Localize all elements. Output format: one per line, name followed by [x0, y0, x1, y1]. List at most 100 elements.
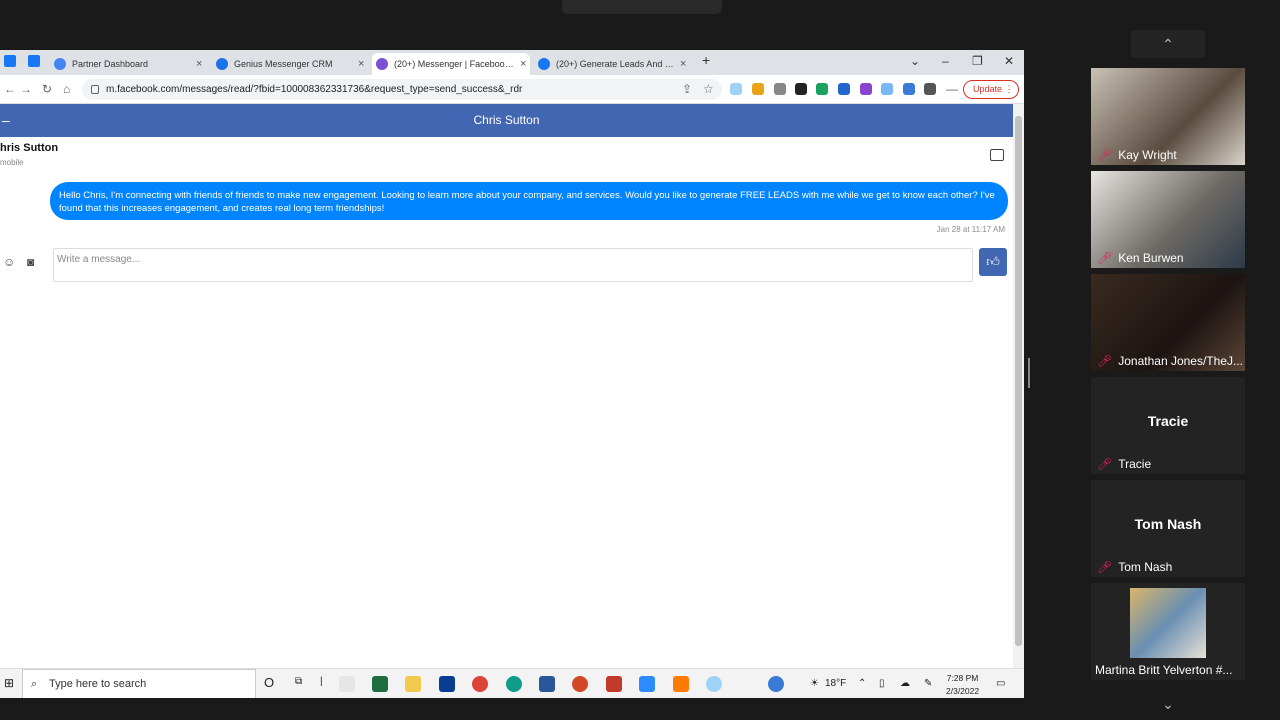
app-icon[interactable]	[673, 676, 689, 692]
shared-screen: Partner Dashboard × Genius Messenger CRM…	[0, 50, 1024, 698]
reload-icon[interactable]: ↻	[42, 82, 52, 96]
windows-taskbar: ⊞ ⌕ Type here to search O ⧉ | ☀ 18°F ⌃ ▯…	[0, 668, 1024, 698]
back-icon[interactable]: ←	[4, 82, 16, 96]
pen-icon[interactable]: ✎	[924, 678, 932, 689]
weather-icon[interactable]: ☀	[810, 678, 819, 689]
message-text-line: found that this increases engagement, an…	[59, 203, 385, 214]
new-tab-button[interactable]: +	[702, 52, 710, 68]
store-icon[interactable]	[439, 676, 455, 692]
thread-name[interactable]: hris Sutton	[0, 142, 58, 154]
minimize-button[interactable]: –	[942, 54, 949, 68]
close-icon[interactable]: ×	[520, 58, 530, 70]
participant-tile[interactable]: 🎤︎ Kay Wright	[1091, 68, 1245, 165]
participant-tile[interactable]: 🎤︎ Ken Burwen	[1091, 171, 1245, 268]
scroll-thumb[interactable]	[1015, 116, 1022, 646]
facebook-icon[interactable]	[4, 55, 16, 67]
extension-icon[interactable]	[838, 83, 850, 95]
close-window-button[interactable]: ✕	[1004, 54, 1014, 68]
participant-display-name: Tracie	[1147, 413, 1189, 429]
extension-icon[interactable]	[816, 83, 828, 95]
cortana-icon[interactable]: O	[264, 675, 274, 690]
extension-icon[interactable]	[860, 83, 872, 95]
muted-mic-icon: 🎤︎	[1097, 457, 1113, 471]
help-icon[interactable]	[768, 676, 784, 692]
like-button[interactable]: 👍︎	[979, 248, 1007, 276]
task-view-icon[interactable]: ⧉	[295, 676, 302, 687]
powerpoint-icon[interactable]	[572, 676, 588, 692]
participant-profile-image	[1130, 588, 1206, 658]
search-icon: ⌕	[31, 678, 38, 690]
panel-resize-handle[interactable]	[1028, 358, 1030, 388]
tab-messenger[interactable]: (20+) Messenger | Facebook - 3 ×	[372, 53, 530, 75]
muted-mic-icon: 🎤︎	[1097, 354, 1113, 368]
chevron-up-icon[interactable]: ⌃	[1131, 30, 1205, 58]
home-icon[interactable]: ⌂	[63, 82, 70, 96]
message-text-line: Hello Chris, I'm connecting with friends…	[59, 190, 995, 201]
update-button[interactable]: Update ⋮	[963, 80, 1019, 99]
app-icon[interactable]	[706, 676, 722, 692]
dashboard-icon	[54, 58, 66, 70]
share-icon[interactable]	[990, 149, 1004, 161]
message-input[interactable]: Write a message...	[53, 248, 973, 282]
thread-status: mobile	[0, 158, 24, 167]
extension-icon[interactable]	[795, 83, 807, 95]
extension-icon[interactable]	[730, 83, 742, 95]
extension-icon[interactable]	[881, 83, 893, 95]
tab-generate-leads[interactable]: (20+) Generate Leads And Traffi ×	[534, 53, 690, 75]
excel-icon[interactable]	[372, 676, 388, 692]
emoji-icon[interactable]: ☺	[3, 255, 15, 269]
taskbar-divider-icon: |	[320, 676, 323, 687]
word-icon[interactable]	[539, 676, 555, 692]
chrome-icon[interactable]	[472, 676, 488, 692]
app-icon[interactable]	[339, 676, 355, 692]
profile-icon[interactable]: —	[946, 82, 958, 96]
lock-icon	[91, 85, 99, 94]
file-explorer-icon[interactable]	[405, 676, 421, 692]
start-icon[interactable]: ⊞	[4, 676, 14, 690]
muted-mic-icon: 🎤︎	[1097, 251, 1113, 265]
maximize-button[interactable]: ❐	[972, 54, 983, 68]
cloud-icon[interactable]: ☁	[900, 678, 910, 689]
facebook-icon	[538, 58, 550, 70]
close-icon[interactable]: ×	[358, 58, 368, 70]
close-icon[interactable]: ×	[680, 58, 690, 70]
browser-tab-strip: Partner Dashboard × Genius Messenger CRM…	[0, 50, 1024, 75]
address-bar-row: ← → ↻ ⌂ m.facebook.com/messages/read/?fb…	[0, 75, 1024, 104]
camera-icon[interactable]: ◙	[27, 255, 34, 269]
page-scrollbar[interactable]	[1013, 104, 1024, 668]
tab-search-icon[interactable]: ⌄	[910, 54, 920, 68]
temperature[interactable]: 18°F	[825, 678, 846, 689]
muted-mic-icon: 🎤︎	[1097, 560, 1113, 574]
zoom-icon[interactable]	[639, 676, 655, 692]
chevron-down-icon[interactable]: ⌄	[1131, 690, 1205, 718]
app-icon[interactable]	[606, 676, 622, 692]
notifications-icon[interactable]: ▭	[996, 678, 1005, 689]
participant-tile[interactable]: Martina Britt Yelverton #...	[1091, 583, 1245, 680]
tab-partner-dashboard[interactable]: Partner Dashboard ×	[50, 53, 206, 75]
participant-tile[interactable]: 🎤︎ Jonathan Jones/TheJ...	[1091, 274, 1245, 371]
chevron-up-icon[interactable]: ⌃	[858, 678, 866, 689]
forward-icon[interactable]: →	[20, 82, 32, 96]
extension-icon[interactable]	[752, 83, 764, 95]
battery-icon[interactable]: ▯	[879, 678, 885, 689]
extension-icon[interactable]	[903, 83, 915, 95]
taskbar-search[interactable]: ⌕ Type here to search	[22, 669, 256, 698]
extension-icon[interactable]	[774, 83, 786, 95]
close-icon[interactable]: ×	[196, 58, 206, 70]
genius-icon	[216, 58, 228, 70]
back-arrow-icon[interactable]: –	[2, 104, 10, 137]
bookmark-star-icon[interactable]: ☆	[703, 82, 714, 96]
edge-icon[interactable]	[506, 676, 522, 692]
participant-tile[interactable]: Tracie 🎤︎ Tracie	[1091, 377, 1245, 474]
tab-genius-messenger[interactable]: Genius Messenger CRM ×	[212, 53, 368, 75]
taskbar-clock[interactable]: 7:28 PM 2/3/2022	[946, 672, 979, 698]
participant-tile[interactable]: Tom Nash 🎤︎ Tom Nash	[1091, 480, 1245, 577]
message-bubble: Hello Chris, I'm connecting with friends…	[50, 182, 1008, 220]
facebook-icon[interactable]	[28, 55, 40, 67]
muted-mic-icon: 🎤︎	[1097, 148, 1113, 162]
zoom-top-handle[interactable]	[562, 0, 722, 14]
share-page-icon[interactable]: ⇪	[682, 82, 692, 96]
extensions-puzzle-icon[interactable]	[924, 83, 936, 95]
url-field[interactable]: m.facebook.com/messages/read/?fbid=10000…	[82, 79, 722, 100]
messenger-icon	[376, 58, 388, 70]
